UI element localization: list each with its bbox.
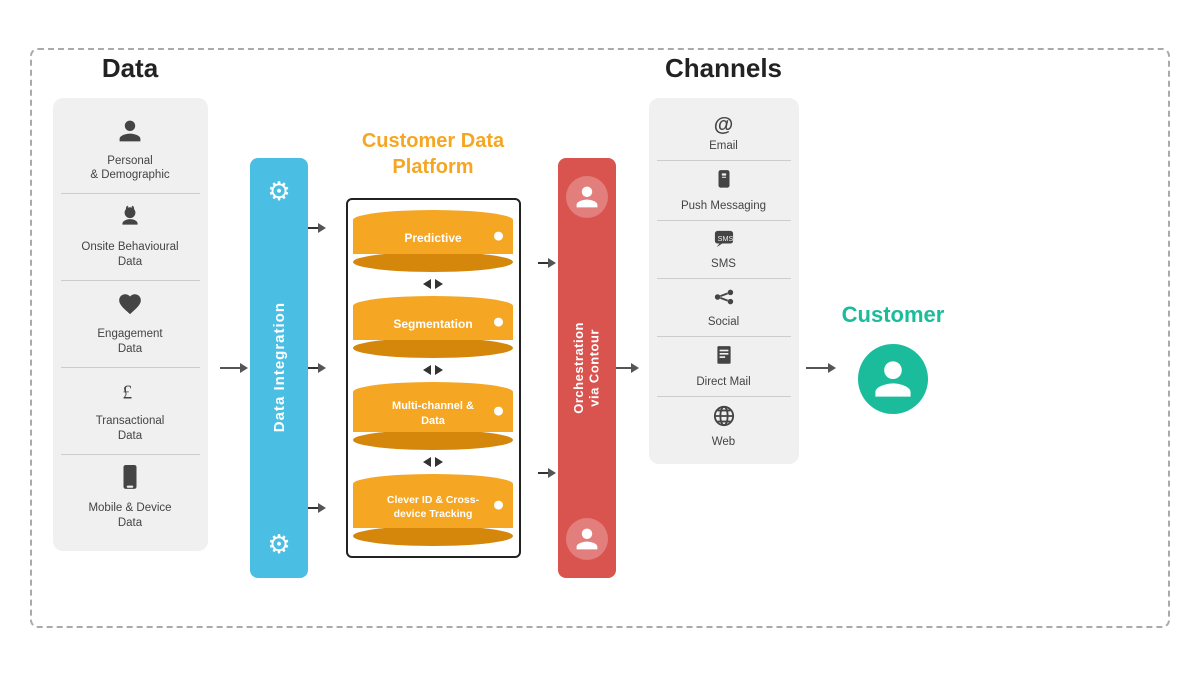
channel-social-label: Social bbox=[708, 316, 739, 328]
channel-directmail-label: Direct Mail bbox=[696, 376, 750, 388]
cylinder-segmentation: Segmentation bbox=[353, 296, 513, 358]
gear-top-icon: ⚙ bbox=[267, 176, 290, 207]
arrow-to-cdp-1 bbox=[308, 223, 328, 233]
customer-avatar bbox=[858, 344, 928, 414]
arrow-left bbox=[423, 279, 431, 289]
diagram: Data Personal& Demographic Onsite Behavi… bbox=[20, 18, 1180, 658]
svg-text:£: £ bbox=[122, 383, 132, 404]
arrowhead bbox=[318, 503, 326, 513]
data-item-personal: Personal& Demographic bbox=[61, 108, 200, 195]
customer-section: Customer bbox=[838, 262, 948, 414]
arrowhead bbox=[631, 363, 639, 373]
arrowhead-right bbox=[240, 363, 248, 373]
svg-text:SMS: SMS bbox=[717, 233, 733, 242]
channel-web-label: Web bbox=[712, 436, 735, 448]
data-section: Data Personal& Demographic Onsite Behavi… bbox=[40, 33, 220, 643]
channel-sms: SMS SMS bbox=[657, 221, 791, 279]
social-icon bbox=[713, 287, 735, 313]
pound-icon: £ bbox=[117, 378, 143, 410]
arrows-integration-to-cdp bbox=[308, 158, 328, 578]
data-item-engagement: EngagementData bbox=[61, 281, 200, 368]
arrow-right-inner bbox=[435, 279, 443, 289]
arrow-channels-to-customer bbox=[806, 363, 838, 373]
arrow-data-to-integration bbox=[220, 363, 250, 373]
person-top-icon bbox=[566, 176, 608, 218]
cyl-label-multichannel: Multi-channel &Data bbox=[392, 399, 474, 434]
cyl-label-cleverid: Clever ID & Cross-device Tracking bbox=[387, 494, 479, 527]
orchestration-bar: Orchestrationvia Contour bbox=[558, 158, 616, 578]
channel-sms-label: SMS bbox=[711, 258, 736, 270]
data-item-mobile: Mobile & DeviceData bbox=[61, 455, 200, 541]
person-bottom-icon bbox=[566, 518, 608, 560]
directmail-icon bbox=[714, 345, 734, 373]
gear-bottom-icon: ⚙ bbox=[267, 529, 290, 560]
channel-email-label: Email bbox=[709, 140, 738, 152]
channel-push: Push Messaging bbox=[657, 161, 791, 221]
bi-arrow-3 bbox=[423, 457, 443, 467]
arrowhead bbox=[318, 223, 326, 233]
cylinder-predictive: Predictive bbox=[353, 210, 513, 272]
data-item-mobile-label: Mobile & DeviceData bbox=[88, 501, 171, 531]
bi-arrow-1 bbox=[423, 279, 443, 289]
arrow-from-cdp-1 bbox=[538, 258, 558, 268]
brain-icon bbox=[117, 204, 143, 236]
data-integration-bar: ⚙ Data Integration ⚙ bbox=[250, 158, 308, 578]
cylinder-multichannel: Multi-channel &Data bbox=[353, 382, 513, 450]
data-panel: Personal& Demographic Onsite Behavioural… bbox=[53, 98, 208, 551]
data-item-transactional: £ TransactionalData bbox=[61, 368, 200, 455]
data-item-behavioural-label: Onsite BehaviouralData bbox=[81, 240, 178, 270]
arrowhead bbox=[318, 363, 326, 373]
email-icon: @ bbox=[714, 114, 734, 137]
cdp-title: Customer DataPlatform bbox=[362, 128, 504, 180]
arrow-from-cdp-2 bbox=[538, 468, 558, 478]
channel-push-label: Push Messaging bbox=[681, 200, 766, 212]
push-icon bbox=[714, 169, 734, 197]
data-item-transactional-label: TransactionalData bbox=[96, 414, 165, 444]
channel-email: @ Email bbox=[657, 106, 791, 161]
data-item-personal-label: Personal& Demographic bbox=[90, 154, 169, 184]
arrowhead bbox=[548, 468, 556, 478]
channel-directmail: Direct Mail bbox=[657, 337, 791, 397]
customer-label: Customer bbox=[842, 302, 945, 328]
heart-icon bbox=[117, 291, 143, 323]
arrow-to-cdp-3 bbox=[308, 503, 328, 513]
channels-section: Channels @ Email Push Messaging SMS bbox=[641, 33, 806, 643]
arrowhead bbox=[828, 363, 836, 373]
arrow-to-cdp-2 bbox=[308, 363, 328, 373]
mobile-icon bbox=[119, 465, 141, 497]
web-icon bbox=[713, 405, 735, 433]
integration-label: Data Integration bbox=[271, 302, 288, 432]
sms-icon: SMS bbox=[713, 229, 735, 255]
channels-panel: @ Email Push Messaging SMS SMS bbox=[649, 98, 799, 464]
orchestration-label: Orchestrationvia Contour bbox=[571, 322, 602, 414]
cyl-label-segmentation: Segmentation bbox=[393, 317, 472, 339]
arrow-right-inner bbox=[435, 365, 443, 375]
arrowhead bbox=[548, 258, 556, 268]
arrow-right-inner bbox=[435, 457, 443, 467]
bi-arrow-2 bbox=[423, 365, 443, 375]
cdp-section: Customer DataPlatform Predictive bbox=[328, 118, 538, 558]
data-item-engagement-label: EngagementData bbox=[97, 327, 162, 357]
arrow-left bbox=[423, 457, 431, 467]
channel-web: Web bbox=[657, 397, 791, 456]
arrow-left bbox=[423, 365, 431, 375]
cylinder-cleverid: Clever ID & Cross-device Tracking bbox=[353, 474, 513, 546]
data-item-behavioural: Onsite BehaviouralData bbox=[61, 194, 200, 281]
arrows-cdp-to-orch bbox=[538, 158, 558, 578]
channels-title: Channels bbox=[665, 53, 782, 84]
person-icon bbox=[117, 118, 143, 150]
arrow-orch-to-channels bbox=[616, 363, 641, 373]
data-title: Data bbox=[102, 53, 158, 84]
cdp-box: Predictive Segmentation bbox=[346, 198, 521, 558]
channel-social: Social bbox=[657, 279, 791, 337]
cyl-label-predictive: Predictive bbox=[404, 231, 461, 253]
